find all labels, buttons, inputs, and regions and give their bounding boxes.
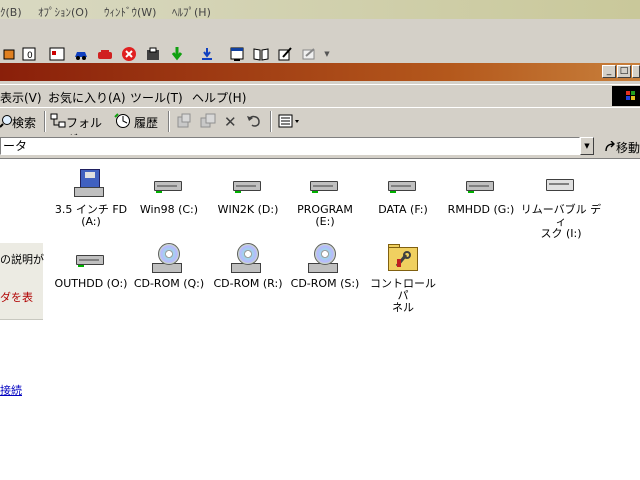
- list-item[interactable]: PROGRAM (E:): [285, 169, 365, 228]
- go-button[interactable]: 移動: [604, 139, 640, 156]
- toolbar-separator: [270, 111, 272, 132]
- explorer-menubar: 表示(V) お気に入り(A) ツール(T) ヘルプ(H): [0, 84, 640, 108]
- list-item[interactable]: CD-ROM (S:): [285, 243, 365, 290]
- edit-icon[interactable]: [300, 45, 318, 63]
- item-label: CD-ROM (S:): [290, 277, 360, 290]
- minimize-button[interactable]: _: [602, 65, 616, 78]
- windows-logo-icon: [612, 86, 640, 106]
- outer-menubar: ｸ(B) ｵﾌﾟｼｮﾝ(O) ｳｨﾝﾄﾞｳ(W) ﾍﾙﾌﾟ(H): [0, 0, 640, 19]
- item-label: CD-ROM (Q:): [133, 277, 205, 290]
- phone-icon[interactable]: [96, 45, 114, 63]
- explorer-titlebar: _ □: [0, 63, 640, 81]
- hard-drive-icon: [464, 169, 498, 203]
- folders-button[interactable]: フォルダ: [50, 108, 106, 147]
- search-icon: [0, 115, 12, 128]
- restore-button[interactable]: □: [617, 65, 631, 78]
- removable-drive-icon: [544, 169, 578, 203]
- list-item[interactable]: CD-ROM (Q:): [129, 243, 209, 290]
- list-item[interactable]: Win98 (C:): [129, 169, 209, 216]
- list-item[interactable]: RMHDD (G:): [441, 169, 521, 216]
- outer-menu-options[interactable]: ｵﾌﾟｼｮﾝ(O): [38, 4, 88, 20]
- info-panel: の説明が ダを表: [0, 243, 44, 320]
- hard-drive-icon: [386, 169, 420, 203]
- svg-text:0: 0: [27, 51, 33, 61]
- control-panel-icon: [386, 243, 420, 277]
- cd-rom-icon: [152, 243, 186, 277]
- folder-tree-icon: [50, 113, 66, 128]
- cd-rom-icon: [308, 243, 342, 277]
- search-label: 検索: [12, 116, 37, 130]
- book-icon[interactable]: [252, 45, 270, 63]
- window-icon[interactable]: [228, 45, 246, 63]
- floppy-drive-icon: [74, 169, 108, 203]
- menu-view[interactable]: 表示(V): [0, 89, 42, 106]
- item-label: コントロール パ ネル: [370, 277, 436, 314]
- tools-icon[interactable]: [144, 45, 162, 63]
- list-item[interactable]: OUTHDD (O:): [51, 243, 131, 290]
- delete-icon[interactable]: ✕: [224, 113, 237, 131]
- item-label: リムーバブル ディ スク (I:): [520, 203, 602, 240]
- outer-menu-item-1[interactable]: ｸ(B): [0, 4, 22, 20]
- item-label: WIN2K (D:): [217, 203, 279, 216]
- list-item[interactable]: コントロール パ ネル: [363, 243, 443, 314]
- menu-favorites[interactable]: お気に入り(A): [48, 89, 126, 106]
- left-info-pane: の説明が ダを表 接続: [0, 159, 44, 480]
- info-text-line-1: の説明が: [0, 253, 44, 266]
- copy-to-icon[interactable]: [200, 113, 216, 132]
- save-icon[interactable]: [198, 45, 216, 63]
- history-label: 履歴: [134, 116, 159, 130]
- edit-icon[interactable]: [276, 45, 294, 63]
- calendar-icon[interactable]: [48, 45, 66, 63]
- menu-tools[interactable]: ツール(T): [130, 89, 183, 106]
- item-label: DATA (F:): [378, 203, 428, 216]
- hard-drive-icon: [74, 243, 108, 277]
- stop-icon[interactable]: [120, 45, 138, 63]
- item-label: RMHDD (G:): [447, 203, 515, 216]
- outer-toolbar: 0 ▼: [0, 19, 640, 64]
- item-label: PROGRAM (E:): [297, 203, 353, 228]
- hard-drive-icon: [308, 169, 342, 203]
- explorer-toolbar: 検索 フォルダ 履歴 ✕: [0, 107, 640, 147]
- file-list-view: 3.5 インチ FD (A:) Win98 (C:) WIN2K (D:) PR…: [43, 159, 640, 480]
- move-to-icon[interactable]: [176, 113, 192, 132]
- toolbar-separator: [168, 111, 170, 132]
- list-item[interactable]: 3.5 インチ FD (A:): [51, 169, 131, 228]
- list-item[interactable]: DATA (F:): [363, 169, 443, 216]
- address-input[interactable]: ータ: [0, 137, 580, 155]
- info-text-line-2: ダを表: [0, 291, 33, 304]
- history-icon: [114, 113, 130, 128]
- item-label: CD-ROM (R:): [213, 277, 283, 290]
- item-label: Win98 (C:): [139, 203, 199, 216]
- go-arrow-icon: [605, 140, 615, 152]
- hard-drive-icon: [152, 169, 186, 203]
- close-button[interactable]: [632, 65, 640, 78]
- address-bar: ータ ▼ 移動: [0, 135, 640, 159]
- info-icon[interactable]: 0: [20, 45, 38, 63]
- cd-rom-icon: [231, 243, 265, 277]
- outer-menu-window[interactable]: ｳｨﾝﾄﾞｳ(W): [104, 4, 156, 20]
- connection-link[interactable]: 接続: [0, 382, 22, 398]
- lock-icon[interactable]: [0, 45, 18, 63]
- hard-drive-icon: [231, 169, 265, 203]
- search-button[interactable]: 検索: [0, 108, 40, 135]
- car-icon[interactable]: [72, 45, 90, 63]
- list-item[interactable]: WIN2K (D:): [208, 169, 288, 216]
- list-item[interactable]: CD-ROM (R:): [208, 243, 288, 290]
- undo-icon[interactable]: [246, 113, 262, 132]
- item-label: 3.5 インチ FD (A:): [54, 203, 128, 228]
- dropdown-icon[interactable]: ▼: [318, 45, 336, 63]
- list-item[interactable]: リムーバブル ディ スク (I:): [519, 169, 603, 240]
- history-button[interactable]: 履歴: [114, 108, 164, 135]
- address-dropdown-button[interactable]: ▼: [580, 137, 594, 155]
- menu-help[interactable]: ヘルプ(H): [192, 89, 246, 106]
- toolbar-separator: [44, 111, 46, 132]
- item-label: OUTHDD (O:): [54, 277, 128, 290]
- download-icon[interactable]: [168, 45, 186, 63]
- views-icon[interactable]: [278, 113, 300, 132]
- go-label: 移動: [616, 141, 640, 155]
- outer-menu-help[interactable]: ﾍﾙﾌﾟ(H): [172, 4, 211, 20]
